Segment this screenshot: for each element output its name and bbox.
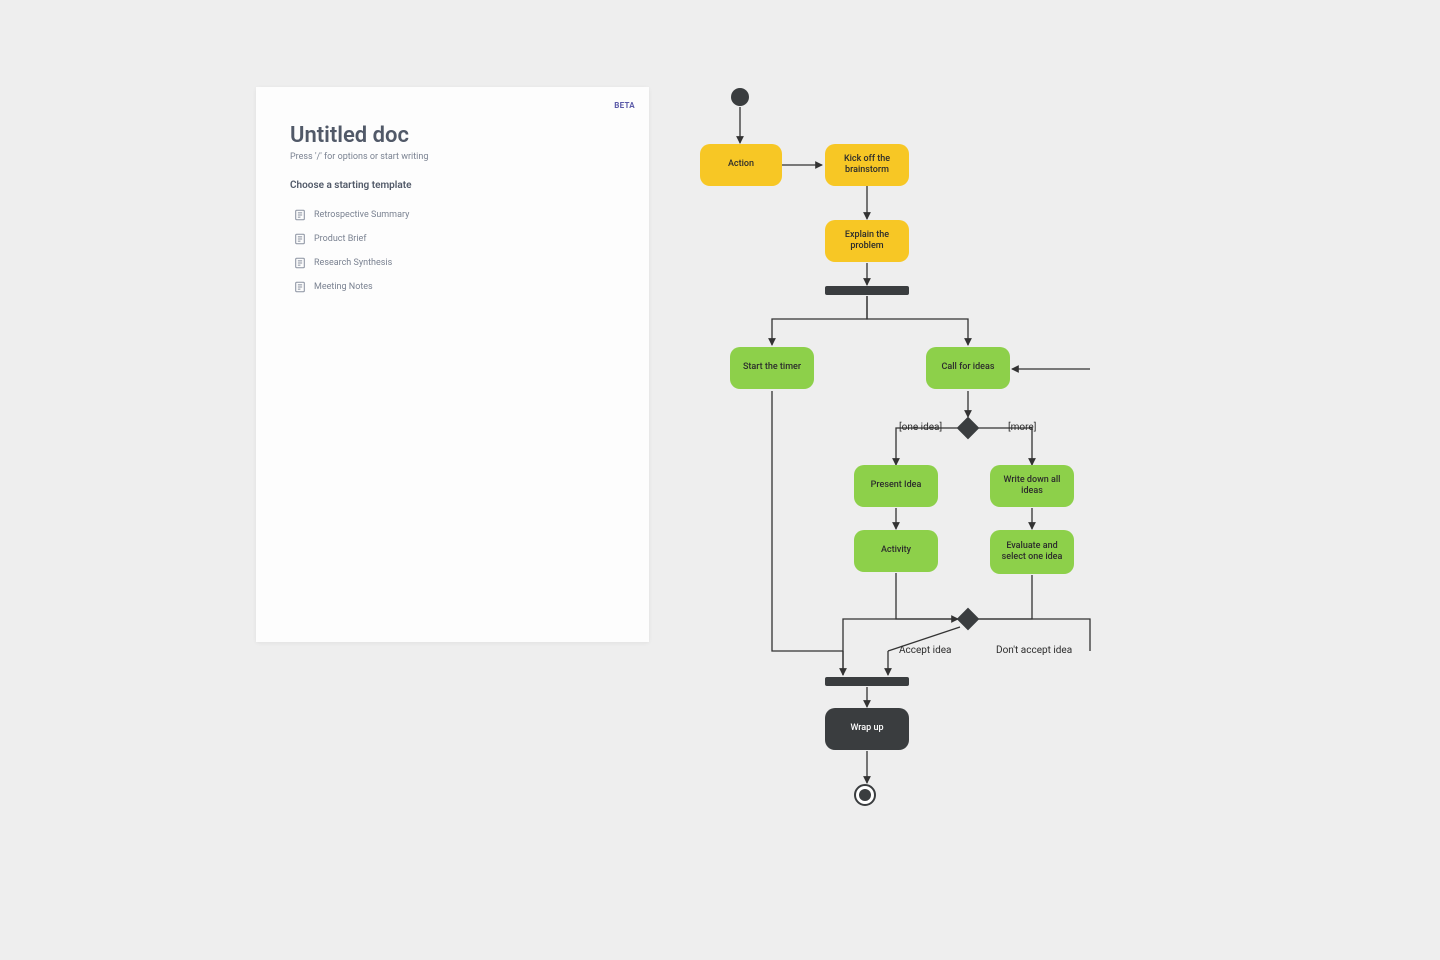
node-label: Explain the problem bbox=[829, 230, 905, 253]
template-label: Product Brief bbox=[314, 234, 366, 244]
document-title[interactable]: Untitled doc bbox=[290, 123, 615, 148]
edge-label-one-idea: [one idea] bbox=[899, 422, 942, 433]
doc-template-icon bbox=[294, 209, 306, 221]
node-evaluate[interactable]: Evaluate and select one idea bbox=[990, 530, 1074, 574]
template-label: Research Synthesis bbox=[314, 258, 392, 268]
node-action[interactable]: Action bbox=[700, 144, 782, 186]
template-item-retrospective[interactable]: Retrospective Summary bbox=[290, 203, 615, 227]
node-start-timer[interactable]: Start the timer bbox=[730, 347, 814, 389]
node-label: Evaluate and select one idea bbox=[994, 541, 1070, 564]
end-node[interactable] bbox=[854, 784, 876, 806]
edge-label-accept: Accept idea bbox=[899, 645, 951, 656]
edge-label-dont-accept: Don't accept idea bbox=[996, 645, 1072, 656]
fork-bar-top[interactable] bbox=[825, 286, 909, 295]
node-label: Write down all ideas bbox=[994, 475, 1070, 498]
choose-template-heading: Choose a starting template bbox=[290, 180, 615, 191]
document-hint: Press '/' for options or start writing bbox=[290, 152, 615, 162]
decision-diamond-ideas[interactable] bbox=[957, 417, 980, 440]
node-present-idea[interactable]: Present Idea bbox=[854, 465, 938, 507]
edge-label-more: [more] bbox=[1008, 422, 1036, 433]
node-label: Action bbox=[728, 159, 754, 170]
flowchart-canvas[interactable]: Action Kick off the brainstorm Explain t… bbox=[700, 85, 1200, 815]
node-label: Call for ideas bbox=[942, 362, 995, 373]
node-wrapup[interactable]: Wrap up bbox=[825, 708, 909, 750]
node-label: Activity bbox=[881, 545, 911, 556]
node-label: Start the timer bbox=[743, 362, 801, 373]
document-body: Untitled doc Press '/' for options or st… bbox=[256, 87, 649, 299]
start-node[interactable] bbox=[731, 88, 749, 106]
beta-badge: BETA bbox=[614, 101, 635, 110]
node-label: Kick off the brainstorm bbox=[829, 154, 905, 177]
node-label: Present Idea bbox=[871, 480, 922, 491]
join-bar-bottom[interactable] bbox=[825, 677, 909, 686]
node-kickoff[interactable]: Kick off the brainstorm bbox=[825, 144, 909, 186]
node-explain[interactable]: Explain the problem bbox=[825, 220, 909, 262]
node-label: Wrap up bbox=[850, 723, 883, 734]
node-write-all[interactable]: Write down all ideas bbox=[990, 465, 1074, 507]
node-activity[interactable]: Activity bbox=[854, 530, 938, 572]
template-label: Retrospective Summary bbox=[314, 210, 409, 220]
template-label: Meeting Notes bbox=[314, 282, 373, 292]
decision-diamond-accept[interactable] bbox=[957, 608, 980, 631]
template-item-research-synthesis[interactable]: Research Synthesis bbox=[290, 251, 615, 275]
node-call-ideas[interactable]: Call for ideas bbox=[926, 347, 1010, 389]
doc-template-icon bbox=[294, 257, 306, 269]
document-panel: BETA Untitled doc Press '/' for options … bbox=[256, 87, 649, 642]
template-list: Retrospective Summary Product Brief Rese… bbox=[290, 203, 615, 299]
doc-template-icon bbox=[294, 281, 306, 293]
flowchart-connectors bbox=[700, 85, 1200, 815]
template-item-meeting-notes[interactable]: Meeting Notes bbox=[290, 275, 615, 299]
template-item-product-brief[interactable]: Product Brief bbox=[290, 227, 615, 251]
doc-template-icon bbox=[294, 233, 306, 245]
